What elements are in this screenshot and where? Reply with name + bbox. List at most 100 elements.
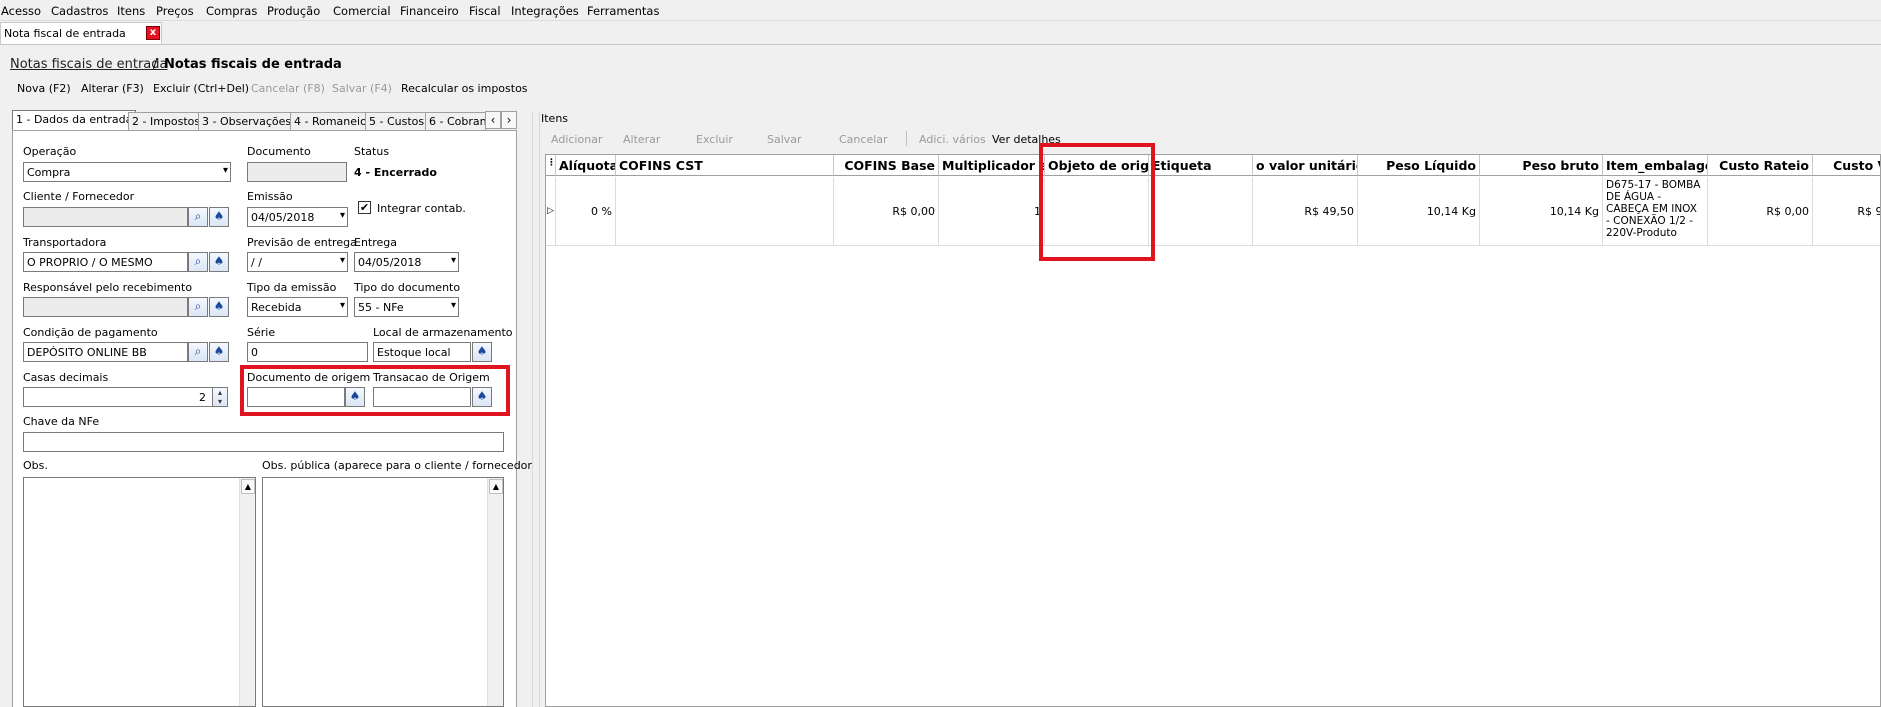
alterar-button[interactable]: Alterar (F3) [81, 82, 144, 95]
menu-itens[interactable]: Itens [117, 4, 145, 18]
cell-valor-unitario[interactable]: R$ 49,50 [1253, 177, 1358, 246]
local-field[interactable]: Estoque local [373, 342, 471, 362]
responsavel-field[interactable] [23, 297, 188, 317]
menu-acesso[interactable]: Acesso [1, 4, 41, 18]
local-label: Local de armazenamento [373, 326, 513, 339]
menu-precos[interactable]: Preços [156, 4, 194, 18]
emissao-field[interactable]: 04/05/2018 ▾ [247, 207, 348, 227]
scrollbar[interactable]: ▲ [487, 478, 503, 706]
previsao-field[interactable]: / / ▾ [247, 252, 348, 272]
binoculars-icon[interactable]: ♠ [209, 207, 229, 227]
itens-excluir-button[interactable]: Excluir [696, 133, 733, 146]
documento-label: Documento [247, 145, 311, 158]
scroll-up-icon[interactable]: ▲ [241, 479, 255, 494]
col-multiplicador[interactable]: Multiplicador en [939, 155, 1045, 176]
recalcular-button[interactable]: Recalcular os impostos [401, 82, 528, 95]
tab-cobranca[interactable]: 6 - Cobrança [425, 112, 486, 130]
binoculars-icon[interactable]: ♠ [472, 342, 492, 362]
itens-cancelar-button[interactable]: Cancelar [839, 133, 888, 146]
menu-producao[interactable]: Produção [267, 4, 320, 18]
col-item-embalagem[interactable]: Item_embalage [1603, 155, 1708, 176]
nova-button[interactable]: Nova (F2) [17, 82, 71, 95]
search-icon[interactable]: ⌕ [188, 342, 208, 362]
tab-custos[interactable]: 5 - Custos [365, 112, 429, 130]
cell-multiplicador[interactable]: 1 [939, 177, 1045, 246]
col-aliquota[interactable]: Alíquota [556, 155, 616, 176]
cell-custo-rateio[interactable]: R$ 0,00 [1708, 177, 1813, 246]
cell-item-embalagem[interactable]: D675-17 - BOMBA DE ÁGUA - CABEÇA EM INOX… [1603, 177, 1708, 246]
cell-peso-liquido[interactable]: 10,14 Kg [1358, 177, 1480, 246]
binoculars-icon[interactable]: ♠ [209, 342, 229, 362]
menu-financeiro[interactable]: Financeiro [400, 4, 459, 18]
stepper-icon[interactable]: ▴ ▾ [212, 387, 228, 407]
row-indicator-header: ⋮ [546, 155, 556, 176]
salvar-button[interactable]: Salvar (F4) [332, 82, 392, 95]
binoculars-icon[interactable]: ♠ [209, 297, 229, 317]
documento-field[interactable] [247, 162, 347, 182]
cancelar-button[interactable]: Cancelar (F8) [251, 82, 325, 95]
status-label: Status [354, 145, 390, 158]
close-icon[interactable]: x [146, 26, 160, 40]
col-cofins-base[interactable]: COFINS Base [834, 155, 939, 176]
casas-field[interactable]: 2 [23, 387, 213, 407]
tab-romaneio[interactable]: 4 - Romaneio [290, 112, 371, 130]
adicionar-button[interactable]: Adicionar [551, 133, 602, 146]
col-custo-rateio[interactable]: Custo Rateio [1708, 155, 1813, 176]
tab-prev-arrow-icon[interactable]: ‹ [485, 111, 501, 129]
tipo-documento-select[interactable]: 55 - NFe ▾ [354, 297, 459, 317]
entrega-value: 04/05/2018 [358, 256, 422, 269]
adici-varios-button[interactable]: Adici. vários [919, 133, 986, 146]
entrega-field[interactable]: 04/05/2018 ▾ [354, 252, 459, 272]
col-valor-unitario[interactable]: o valor unitário [1253, 155, 1358, 176]
tab-impostos[interactable]: 2 - Impostos [128, 112, 205, 130]
integrar-checkbox[interactable]: ✔ [358, 201, 371, 214]
excluir-button[interactable]: Excluir (Ctrl+Del) [153, 82, 249, 95]
tab-dados-entrada[interactable]: 1 - Dados da entrada [12, 110, 137, 131]
obs-textarea[interactable]: ▲ [23, 477, 256, 707]
cell-custo-valor[interactable]: R$ 990,00 [1813, 177, 1880, 246]
tab-observacoes[interactable]: 3 - Observações [198, 112, 296, 130]
chevron-down-icon: ▾ [339, 300, 345, 311]
menu-ferramentas[interactable]: Ferramentas [587, 4, 659, 18]
obs-publica-textarea[interactable]: ▲ [262, 477, 504, 707]
col-custo-valor[interactable]: Custo Valor [1813, 155, 1880, 176]
cell-aliquota[interactable]: 0 % [556, 177, 616, 246]
operacao-select[interactable]: Compra ▾ [23, 162, 231, 182]
col-peso-liquido[interactable]: Peso Líquido [1358, 155, 1480, 176]
condicao-field[interactable]: DEPÓSITO ONLINE BB [23, 342, 188, 362]
itens-salvar-button[interactable]: Salvar [767, 133, 802, 146]
menu-fiscal[interactable]: Fiscal [469, 4, 501, 18]
panel-splitter[interactable] [532, 112, 540, 707]
breadcrumb-link[interactable]: Notas fiscais de entrada [10, 57, 168, 72]
breadcrumb-separator: / [153, 57, 158, 72]
cliente-field[interactable] [23, 207, 188, 227]
row-pointer-icon[interactable]: ▷ [546, 177, 556, 246]
itens-grid[interactable]: ⋮ Alíquota COFINS CST COFINS Base Multip… [545, 154, 1881, 707]
document-tab[interactable]: Nota fiscal de entrada x [0, 22, 162, 44]
obs-publica-label: Obs. pública (aparece para o cliente / f… [262, 459, 537, 472]
itens-alterar-button[interactable]: Alterar [623, 133, 660, 146]
tab-next-arrow-icon[interactable]: › [501, 111, 517, 129]
cell-peso-bruto[interactable]: 10,14 Kg [1480, 177, 1603, 246]
col-peso-bruto[interactable]: Peso bruto [1480, 155, 1603, 176]
tipo-emissao-select[interactable]: Recebida ▾ [247, 297, 348, 317]
menu-cadastros[interactable]: Cadastros [51, 4, 108, 18]
menu-compras[interactable]: Compras [206, 4, 257, 18]
col-etiqueta[interactable]: Etiqueta [1149, 155, 1253, 176]
search-icon[interactable]: ⌕ [188, 207, 208, 227]
cell-etiqueta[interactable] [1149, 177, 1253, 246]
cell-cofins-cst[interactable] [616, 177, 834, 246]
chevron-down-icon: ▾ [450, 300, 456, 311]
search-icon[interactable]: ⌕ [188, 252, 208, 272]
serie-field[interactable]: 0 [247, 342, 368, 362]
binoculars-icon[interactable]: ♠ [209, 252, 229, 272]
scroll-up-icon[interactable]: ▲ [489, 479, 503, 494]
chave-field[interactable] [23, 432, 504, 452]
col-cofins-cst[interactable]: COFINS CST [616, 155, 834, 176]
menu-comercial[interactable]: Comercial [333, 4, 391, 18]
cell-cofins-base[interactable]: R$ 0,00 [834, 177, 939, 246]
search-icon[interactable]: ⌕ [188, 297, 208, 317]
menu-integracoes[interactable]: Integrações [511, 4, 579, 18]
scrollbar[interactable]: ▲ [239, 478, 255, 706]
transportadora-field[interactable]: O PROPRIO / O MESMO [23, 252, 188, 272]
